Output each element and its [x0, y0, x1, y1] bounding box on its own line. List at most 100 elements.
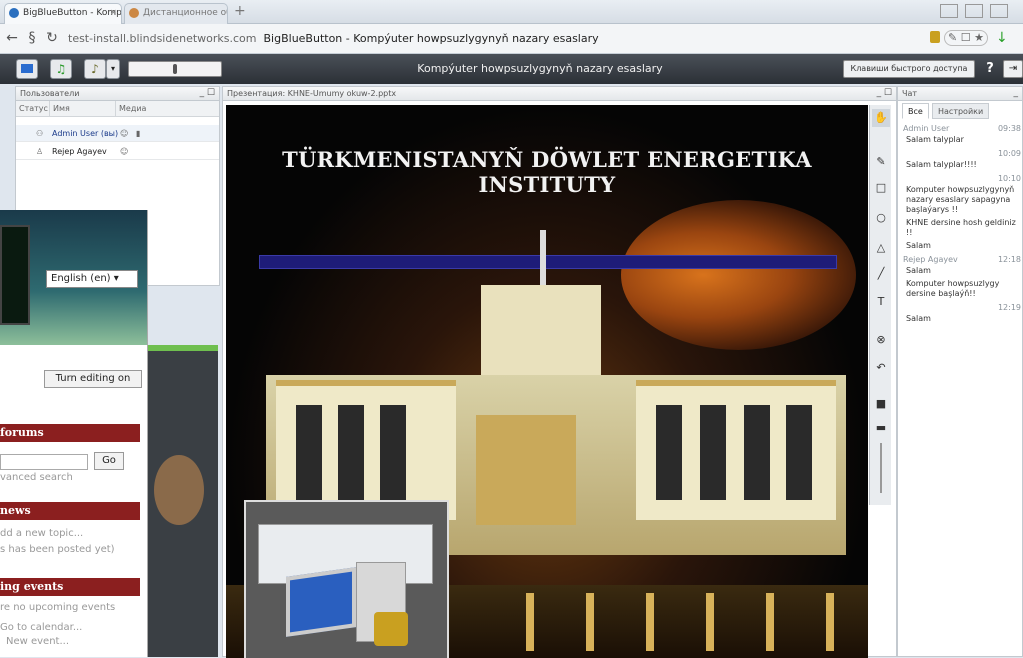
webcam-video [148, 345, 218, 657]
volume-handle[interactable] [173, 64, 177, 74]
language-select[interactable]: English (en) ▾ [46, 270, 138, 288]
forum-search-input[interactable] [0, 454, 88, 470]
forums-title: forums [0, 426, 44, 439]
column-name[interactable]: Имя [50, 101, 116, 117]
chat-time: 12:18 [997, 255, 1021, 264]
presentation-slide[interactable]: TÜRKMENISTANYŇ DÖWLET ENERGETIKA INSTITU… [226, 105, 868, 658]
headset-icon: ♫ [55, 62, 67, 76]
add-topic-link[interactable]: dd a new topic... [0, 528, 83, 539]
user-row[interactable]: ♙ Rejep Agayev ☺ [16, 143, 219, 160]
column-status[interactable]: Статус [16, 101, 50, 117]
person-face [154, 455, 204, 525]
new-tab-button[interactable]: + [234, 3, 248, 21]
thickness-icon[interactable]: ▬ [872, 419, 890, 437]
chat-message-text: KHNE dersine hosh geldiniz !! [906, 218, 1016, 237]
advanced-search-link[interactable]: vanced search [0, 472, 73, 483]
presentation-window-header: Презентация: KHNE-Umumy okuw-2.pptx _ ☐ [223, 87, 896, 101]
bookmark-star-icon[interactable]: ✎ ☐ ★ [944, 30, 988, 46]
user-row[interactable]: ⚇ Admin User (вы) ☺ ▮ [16, 125, 219, 142]
news-block-header: news [0, 502, 140, 520]
help-button[interactable]: ? [982, 60, 998, 78]
close-window-icon[interactable] [990, 4, 1009, 18]
language-label: English (en) [51, 273, 111, 284]
fence-post [646, 593, 654, 651]
calendar-link[interactable]: Go to calendar... [0, 622, 82, 633]
color-picker-icon[interactable]: ■ [872, 395, 890, 413]
building-window [786, 405, 812, 500]
clear-icon[interactable]: ⊗ [872, 331, 890, 349]
browser-tab-distance-learning[interactable]: Дистанционное обу [124, 3, 228, 24]
headset-button[interactable]: ♫ [50, 59, 72, 79]
thickness-slider[interactable] [880, 443, 882, 493]
webcam-header-bar [148, 345, 218, 351]
chat-message-text: Salam [906, 241, 931, 250]
share-desktop-button[interactable] [16, 59, 38, 79]
pencil-icon[interactable]: ✎ [872, 153, 890, 171]
chat-time: 10:10 [997, 174, 1021, 183]
mic-dropdown-button[interactable]: ▾ [106, 59, 120, 79]
go-button[interactable]: Go [94, 452, 124, 470]
translate-icon[interactable]: § [24, 30, 40, 46]
triangle-icon[interactable]: △ [872, 239, 890, 257]
building-entrance [476, 415, 576, 525]
maximize-icon[interactable] [965, 4, 984, 18]
padlock-icon [374, 612, 408, 646]
chat-messages-list: Admin User 09:38 Salam talyplar 10:09 Sal… [898, 123, 1022, 327]
window-controls [940, 4, 1016, 20]
rectangle-icon[interactable]: □ [872, 179, 890, 197]
undo-icon[interactable]: ↶ [872, 359, 890, 377]
chat-message-text: Salam [906, 314, 931, 323]
hotkeys-button[interactable]: Клавиши быстрого доступа [843, 60, 975, 78]
chat-message-header: 12:19 [898, 302, 1021, 314]
chat-message-text: Komputer howpsuzlygynyň nazary esaslary … [906, 185, 1015, 214]
download-arrow-icon[interactable]: ↓ [996, 30, 1008, 46]
chat-author: Admin User [903, 124, 950, 133]
slide-blue-bar [259, 255, 837, 269]
chat-tab-all[interactable]: Все [902, 103, 929, 119]
user-name: Rejep Agayev [52, 147, 107, 156]
user-name: Admin User (вы) [52, 129, 119, 138]
chat-window-title: Чат [902, 89, 918, 98]
tab-label: BigBlueButton - Komp [23, 8, 122, 18]
turn-editing-on-button[interactable]: Turn editing on [44, 370, 142, 388]
minimize-maximize-icon[interactable]: _ ☐ [877, 87, 892, 100]
chat-window-header: Чат _ [898, 87, 1022, 101]
chat-message-text: Salam talyplar!!!! [906, 160, 977, 169]
users-table-header: Статус Имя Медиа [16, 101, 219, 117]
reload-icon[interactable]: ↻ [44, 30, 60, 46]
microphone-icon: ♪ [91, 62, 99, 76]
user-icon: ♙ [36, 147, 44, 156]
building-window [380, 405, 406, 500]
back-arrow-icon[interactable]: ← [4, 30, 20, 46]
chat-tab-settings[interactable]: Настройки [932, 103, 990, 119]
minimize-icon[interactable] [940, 4, 958, 18]
fence-post [706, 593, 714, 651]
chat-message-text: Salam [906, 266, 931, 275]
text-icon[interactable]: T [872, 293, 890, 311]
microphone-button[interactable]: ♪ [84, 59, 106, 79]
moodle-page-overlay: English (en) ▾ Turn editing on forums Go… [0, 210, 148, 657]
new-event-link[interactable]: New event... [6, 636, 69, 647]
column-media[interactable]: Медиа [116, 101, 176, 117]
building-window [296, 405, 322, 500]
minimize-icon[interactable]: _ [1014, 87, 1019, 100]
browser-tab-bigbluebutton[interactable]: BigBlueButton - Komp × [4, 3, 122, 24]
minimize-maximize-icon[interactable]: _ ☐ [200, 87, 215, 100]
ellipse-icon[interactable]: ○ [872, 209, 890, 227]
tablet-graphic [0, 225, 30, 325]
browser-tab-strip: BigBlueButton - Komp × Дистанционное обу… [0, 0, 1023, 24]
moodle-favicon-icon [129, 8, 139, 18]
line-icon[interactable]: ╱ [872, 265, 890, 283]
pan-hand-icon[interactable]: ✋ [872, 109, 890, 127]
chat-time: 12:19 [997, 303, 1021, 312]
volume-slider[interactable] [128, 61, 222, 77]
chat-author: Rejep Agayev [903, 255, 958, 264]
url-field[interactable]: test-install.blindsidenetworks.com BigBl… [68, 29, 948, 49]
address-bar-row: ← § ↻ test-install.blindsidenetworks.com… [0, 24, 1023, 54]
presenter-icon: ⚇ [36, 129, 44, 138]
logout-button[interactable]: ⇥ [1003, 60, 1023, 78]
close-tab-icon[interactable]: × [109, 4, 117, 23]
forums-block-header: forums [0, 424, 140, 442]
events-title: ing events [0, 580, 64, 593]
building-window [656, 405, 682, 500]
